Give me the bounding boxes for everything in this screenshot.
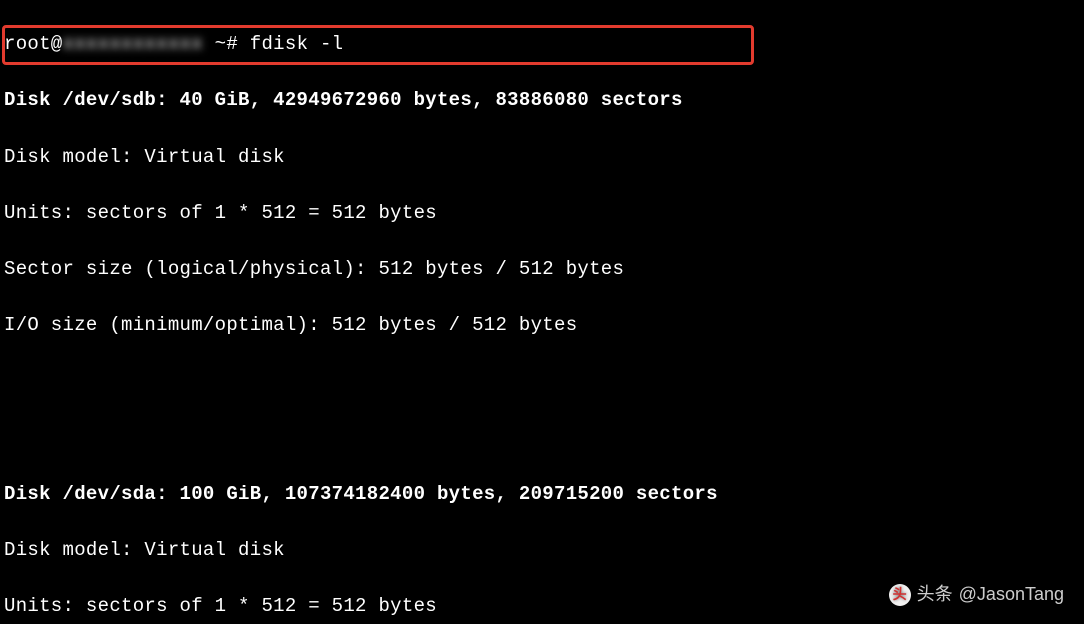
terminal-output: root@xxxxxxxxxxxx ~# fdisk -l Disk /dev/… <box>0 0 1084 624</box>
sdb-units: Units: sectors of 1 * 512 = 512 bytes <box>4 199 1080 227</box>
prompt-line: root@xxxxxxxxxxxx ~# fdisk -l <box>4 30 1080 58</box>
prompt-cwd: ~# <box>215 33 238 55</box>
sdb-header: Disk /dev/sdb: 40 GiB, 42949672960 bytes… <box>4 86 1080 114</box>
prompt-command: fdisk -l <box>250 33 344 55</box>
sdb-model: Disk model: Virtual disk <box>4 143 1080 171</box>
watermark: 头 头条@JasonTang <box>889 581 1064 608</box>
sda-model: Disk model: Virtual disk <box>4 536 1080 564</box>
blank-line-1 <box>4 367 1080 395</box>
prompt-host-obscured: xxxxxxxxxxxx <box>63 30 203 58</box>
watermark-handle: @JasonTang <box>959 581 1064 608</box>
watermark-label: 头条 <box>917 581 953 608</box>
sdb-sector-size: Sector size (logical/physical): 512 byte… <box>4 255 1080 283</box>
sda-header: Disk /dev/sda: 100 GiB, 107374182400 byt… <box>4 480 1080 508</box>
watermark-icon: 头 <box>889 584 911 606</box>
sdb-io-size: I/O size (minimum/optimal): 512 bytes / … <box>4 311 1080 339</box>
blank-line-2 <box>4 424 1080 452</box>
prompt-user: root@ <box>4 33 63 55</box>
